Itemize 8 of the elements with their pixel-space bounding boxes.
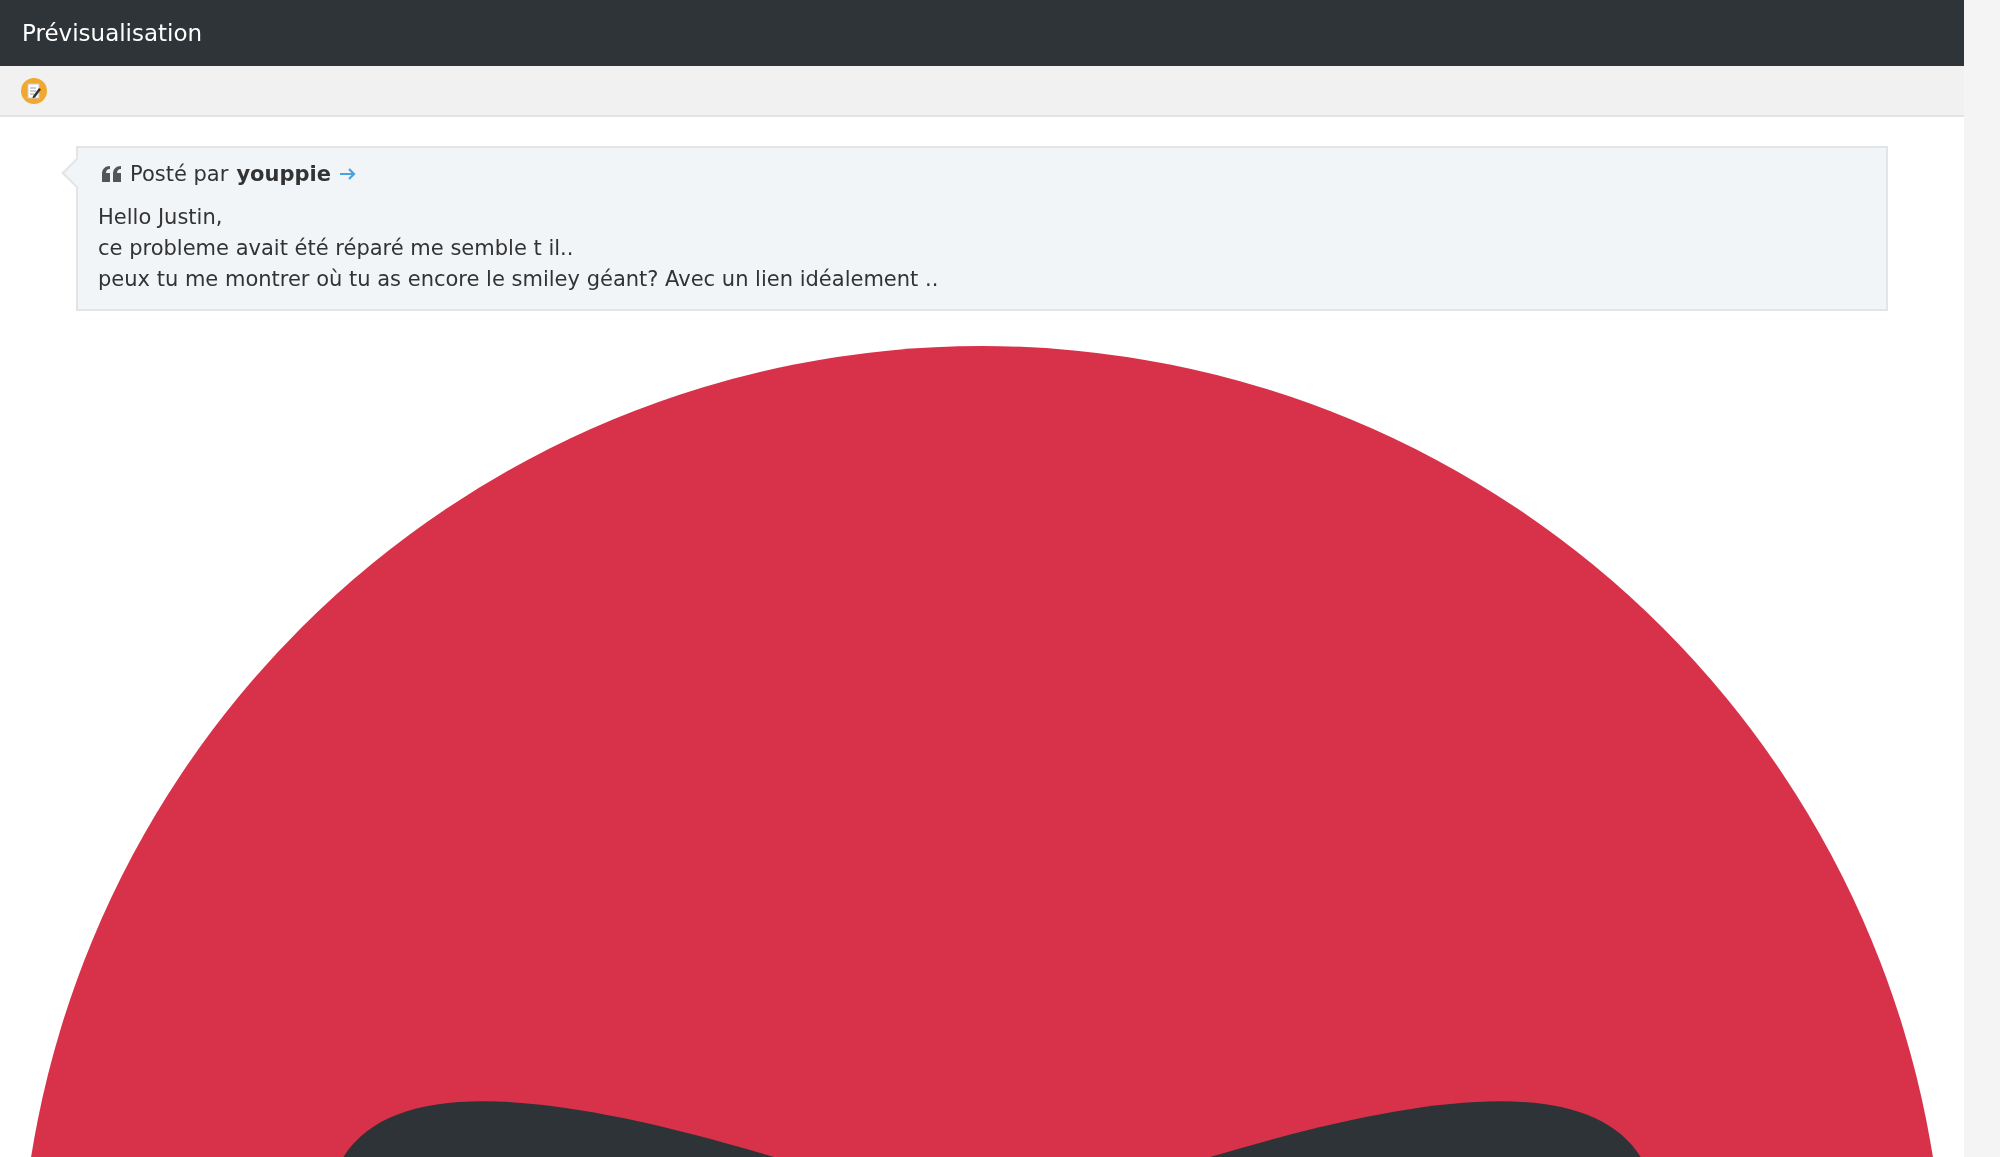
- notepad-pencil-icon[interactable]: [20, 76, 48, 105]
- author-name: youppie: [236, 162, 331, 186]
- quote-mark-icon: [102, 166, 122, 182]
- quote-text-line: ce probleme avait été réparé me semble t il..: [98, 235, 575, 262]
- quote-text-line: Hello Justin,: [98, 204, 224, 231]
- posted-by-label: Posté par: [130, 162, 229, 186]
- quote-text-line: peux tu me montrer où tu as encore le smiley géant? Avec un lien idéalement ..: [98, 266, 940, 293]
- preview-title: Prévisualisation: [22, 20, 203, 46]
